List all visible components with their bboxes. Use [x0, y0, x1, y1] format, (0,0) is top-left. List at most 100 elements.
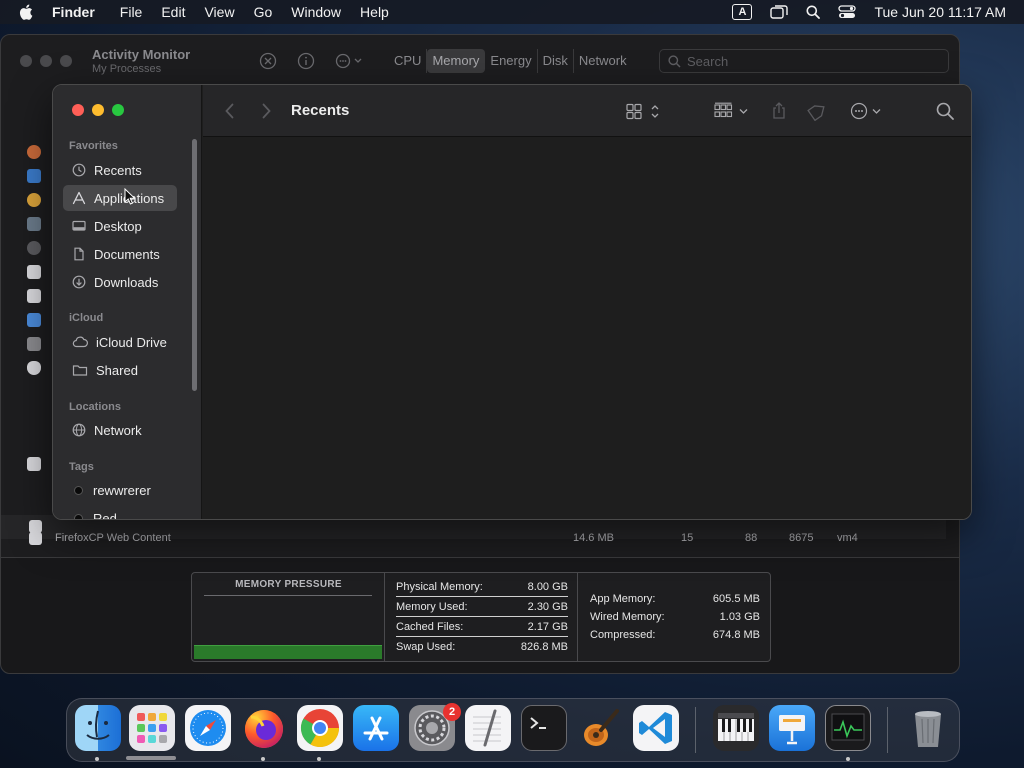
app-store-icon	[363, 716, 389, 741]
sidebar-item-desktop[interactable]: Desktop	[63, 213, 177, 239]
cloud-icon	[72, 336, 88, 348]
sidebar-item-label: Shared	[96, 362, 138, 378]
stat-value: 674.8 MB	[712, 629, 760, 641]
search-button[interactable]	[935, 101, 955, 121]
apple-icon[interactable]	[0, 4, 52, 20]
share-button[interactable]	[769, 101, 789, 121]
back-button[interactable]	[223, 101, 237, 121]
am-zoom-button[interactable]	[60, 55, 72, 67]
am-close-button[interactable]	[20, 55, 32, 67]
dock-terminal[interactable]	[521, 705, 567, 751]
sidebar-item-network[interactable]: Network	[63, 417, 177, 443]
more-actions-icon[interactable]	[335, 52, 365, 70]
dock-safari[interactable]	[185, 705, 231, 751]
stop-process-icon[interactable]	[259, 52, 277, 70]
menu-view[interactable]: View	[204, 4, 234, 20]
screen-mirroring-icon[interactable]	[770, 5, 789, 19]
stat-value: 1.03 GB	[719, 611, 760, 623]
piano-keyboard-icon	[718, 713, 754, 741]
dock-trash[interactable]	[905, 705, 951, 751]
memory-pressure-graph: MEMORY PRESSURE	[192, 573, 385, 661]
clock-icon	[72, 163, 86, 177]
spotlight-search-icon[interactable]	[806, 5, 821, 19]
menu-clock[interactable]: Tue Jun 20 11:17 AM	[874, 4, 1006, 20]
am-search-field[interactable]: Search	[659, 49, 949, 73]
tag-color-dot	[74, 485, 83, 495]
menu-edit[interactable]: Edit	[161, 4, 185, 20]
tab-energy[interactable]: Energy	[485, 49, 538, 73]
sidebar-scrollbar[interactable]	[192, 139, 197, 391]
menu-help[interactable]: Help	[360, 4, 389, 20]
zoom-button[interactable]	[112, 104, 124, 116]
menu-app-name[interactable]: Finder	[52, 4, 95, 20]
forward-button[interactable]	[259, 101, 273, 121]
share-icon	[773, 102, 785, 119]
stat-memory-used: Memory Used: 2.30 GB	[396, 597, 568, 617]
sidebar-tag-red[interactable]: Red	[63, 505, 177, 519]
garageband-icon	[584, 709, 619, 746]
tab-disk[interactable]: Disk	[538, 49, 574, 73]
dock-finder[interactable]	[75, 705, 121, 751]
stat-swap-used: Swap Used: 826.8 MB	[396, 637, 568, 657]
finder-icon	[86, 710, 110, 740]
input-source-icon[interactable]: A	[732, 4, 753, 20]
sidebar-item-shared[interactable]: Shared	[63, 357, 177, 383]
dock-garageband[interactable]	[577, 705, 623, 751]
am-minimize-button[interactable]	[40, 55, 52, 67]
process-app-icon	[27, 193, 41, 207]
dock-firefox[interactable]	[241, 705, 287, 751]
menu-window[interactable]: Window	[291, 4, 341, 20]
process-app-icon	[27, 361, 41, 375]
finder-sidebar: Favorites Recents Applications Desktop D…	[53, 85, 202, 519]
dock-keynote[interactable]	[769, 705, 815, 751]
dock-vscode[interactable]	[633, 705, 679, 751]
close-button[interactable]	[72, 104, 84, 116]
tab-network[interactable]: Network	[574, 49, 632, 73]
tag-button[interactable]	[807, 101, 829, 121]
tab-memory[interactable]: Memory	[427, 49, 486, 73]
dock-launchpad[interactable]	[129, 705, 175, 751]
sidebar-item-applications[interactable]: Applications	[63, 185, 177, 211]
running-indicator	[846, 757, 850, 761]
menu-go[interactable]: Go	[254, 4, 273, 20]
tag-color-dot	[74, 513, 83, 519]
tab-cpu[interactable]: CPU	[389, 49, 428, 73]
download-icon	[72, 275, 86, 289]
chevron-left-icon	[225, 103, 234, 119]
dock-app-store[interactable]	[353, 705, 399, 751]
search-icon	[668, 54, 681, 68]
dock-midi-keyboard[interactable]	[713, 705, 759, 751]
sidebar-item-icloud-drive[interactable]: iCloud Drive	[63, 329, 177, 355]
menu-file[interactable]: File	[120, 4, 143, 20]
am-window-title: Activity Monitor	[92, 47, 191, 62]
process-app-icon	[27, 385, 41, 399]
sidebar-item-downloads[interactable]: Downloads	[63, 269, 177, 295]
table-row[interactable]: FirefoxCP Web Content 14.6 MB 15 88 8675…	[1, 527, 946, 551]
dock-chrome[interactable]	[297, 705, 343, 751]
sidebar-tag-rewwrerer[interactable]: rewwrerer	[63, 477, 177, 503]
process-icon-column	[27, 145, 45, 481]
process-app-icon	[27, 457, 41, 471]
stat-label: Compressed:	[590, 629, 656, 641]
sidebar-item-recents[interactable]: Recents	[63, 157, 177, 183]
stat-app-memory: App Memory: 605.5 MB	[590, 589, 760, 609]
view-mode-button[interactable]	[625, 101, 661, 121]
sidebar-section-icloud: iCloud	[69, 312, 104, 324]
control-center-icon[interactable]	[838, 5, 857, 19]
applications-icon	[72, 191, 86, 205]
memory-panel: MEMORY PRESSURE Physical Memory: 8.00 GB…	[191, 572, 771, 662]
info-icon[interactable]	[297, 52, 315, 70]
process-pid: 8675	[789, 532, 814, 544]
group-by-button[interactable]	[713, 101, 751, 121]
minimize-button[interactable]	[92, 104, 104, 116]
group-grid-icon	[714, 102, 748, 118]
sidebar-item-label: rewwrerer	[93, 482, 151, 498]
activity-monitor-toolbar: Activity Monitor My Processes CPU Memory…	[1, 35, 959, 87]
dock: 2	[66, 698, 960, 762]
stat-label: Cached Files:	[396, 620, 464, 633]
sidebar-item-label: iCloud Drive	[96, 334, 167, 350]
sidebar-item-documents[interactable]: Documents	[63, 241, 177, 267]
dock-textedit[interactable]	[465, 705, 511, 751]
dock-activity-monitor[interactable]	[825, 705, 871, 751]
more-actions-button[interactable]	[849, 101, 887, 121]
